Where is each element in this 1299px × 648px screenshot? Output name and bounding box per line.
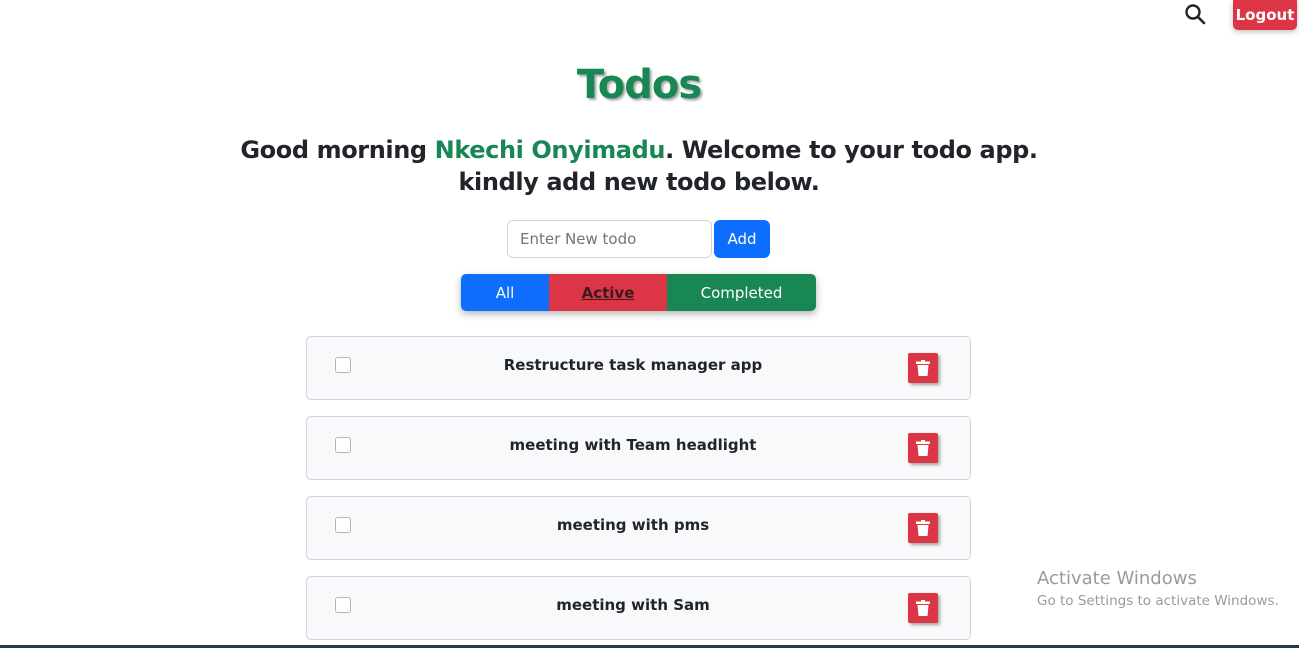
greeting-line2: kindly add new todo below. bbox=[458, 168, 820, 196]
trash-icon bbox=[916, 440, 930, 456]
search-button[interactable] bbox=[1183, 2, 1207, 26]
delete-todo-button[interactable] bbox=[908, 433, 938, 463]
todo-text: meeting with Team headlight bbox=[509, 436, 757, 454]
watermark-subtitle: Go to Settings to activate Windows. bbox=[1037, 593, 1279, 609]
new-todo-input[interactable] bbox=[507, 220, 712, 258]
delete-todo-button[interactable] bbox=[908, 513, 938, 543]
watermark-title: Activate Windows bbox=[1037, 568, 1197, 589]
user-name: Nkechi Onyimadu bbox=[434, 136, 666, 164]
todo-text: Restructure task manager app bbox=[503, 356, 763, 374]
delete-todo-button[interactable] bbox=[908, 353, 938, 383]
todo-item: meeting with pms bbox=[306, 496, 971, 560]
todo-text: meeting with Sam bbox=[556, 596, 710, 614]
search-icon bbox=[1185, 4, 1206, 25]
trash-icon bbox=[916, 520, 930, 536]
greeting-prefix: Good morning bbox=[240, 136, 435, 164]
activate-windows-watermark: Activate Windows Go to Settings to activ… bbox=[1037, 568, 1279, 609]
delete-todo-button[interactable] bbox=[908, 593, 938, 623]
todo-item: meeting with Team headlight bbox=[306, 416, 971, 480]
greeting-message: Good morning Nkechi Onyimadu. Welcome to… bbox=[0, 134, 1278, 198]
trash-icon bbox=[916, 600, 930, 616]
todo-item: Restructure task manager app bbox=[306, 336, 971, 400]
filter-active-button[interactable]: Active bbox=[549, 274, 667, 311]
add-todo-button[interactable]: Add bbox=[714, 220, 770, 258]
filter-all-button[interactable]: All bbox=[461, 274, 549, 311]
todo-item: meeting with Sam bbox=[306, 576, 971, 640]
trash-icon bbox=[916, 360, 930, 376]
todo-list: Restructure task manager app meeting wit… bbox=[306, 336, 971, 648]
add-todo-form: Add bbox=[507, 220, 770, 258]
filter-completed-button[interactable]: Completed bbox=[667, 274, 816, 311]
greeting-suffix: . Welcome to your todo app. bbox=[665, 136, 1038, 164]
logout-button[interactable]: Logout bbox=[1233, 0, 1297, 30]
filter-button-group: All Active Completed bbox=[461, 274, 816, 311]
todo-text: meeting with pms bbox=[556, 516, 710, 534]
page-title: Todos bbox=[576, 62, 702, 108]
